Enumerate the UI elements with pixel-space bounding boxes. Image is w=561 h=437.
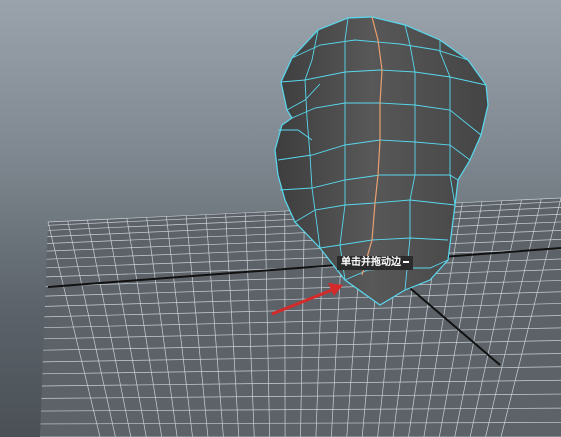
drag-edge-tooltip: 单击并拖动边 [337,256,413,270]
ground-grid [40,197,561,437]
tooltip-text: 单击并拖动边 [341,257,401,268]
tooltip-cursor [403,261,409,263]
perspective-scene[interactable] [0,0,561,437]
3d-viewport[interactable]: 单击并拖动边 [0,0,561,437]
